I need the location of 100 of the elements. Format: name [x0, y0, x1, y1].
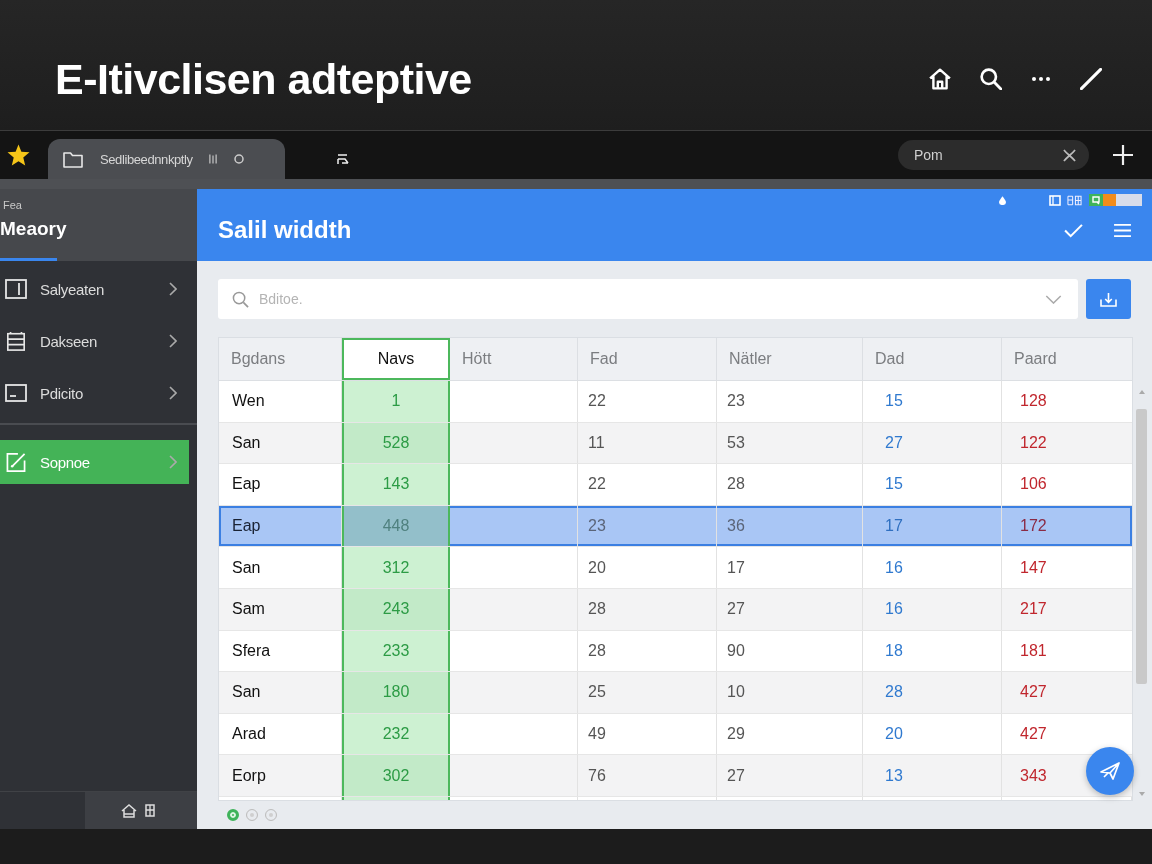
panel-title: Salil widdth: [218, 216, 352, 244]
slash-icon[interactable]: [1080, 68, 1102, 90]
page-dot[interactable]: [246, 809, 258, 821]
table-cell: 181: [1020, 641, 1047, 660]
table-cell: 10: [727, 683, 745, 702]
chevron-right-icon: [169, 282, 177, 296]
column-header[interactable]: Navs: [342, 338, 450, 380]
table-cell: San: [232, 558, 261, 577]
table-cell: 243: [382, 600, 410, 619]
table-row[interactable]: San 312 20 17 16 147: [219, 547, 1132, 589]
ring-icon[interactable]: [233, 154, 244, 164]
table-cell: 312: [382, 558, 410, 577]
table-cell: 427: [1020, 725, 1047, 744]
table-cell: 22: [588, 392, 606, 411]
browser-tab[interactable]: Sedlibeednnkptly: [48, 139, 285, 179]
search-field[interactable]: Pom: [898, 140, 1089, 170]
table-cell: 20: [885, 725, 903, 744]
table-cell: 233: [382, 641, 410, 660]
plus-icon[interactable]: [1112, 144, 1134, 166]
table-cell: 49: [588, 725, 606, 744]
status-block-icon: [1103, 194, 1116, 206]
drop-icon: [999, 195, 1006, 205]
column-header[interactable]: Nätler: [717, 338, 863, 380]
item-label: Dakseen: [40, 332, 98, 350]
table-cell: 427: [1020, 683, 1047, 702]
table-cell: 17: [885, 517, 903, 536]
search-input[interactable]: Pom: [914, 145, 1062, 165]
table-cell: Sfera: [232, 641, 271, 660]
table-cell: 28: [588, 600, 606, 619]
table-cell: 217: [1020, 600, 1047, 619]
item-label: Pdicito: [40, 384, 83, 402]
search-icon: [232, 290, 249, 308]
table-row[interactable]: San 180 25 10 28 427: [219, 672, 1132, 714]
sidebar-item[interactable]: Dakseen: [0, 319, 189, 363]
send-icon: [1100, 762, 1120, 780]
list-icon: [337, 153, 349, 165]
chevron-right-icon: [169, 455, 177, 469]
table-cell: 128: [1020, 392, 1047, 411]
table-row[interactable]: Sfera 233 28 90 18 181: [219, 630, 1132, 673]
table-row[interactable]: Eap 448 23 36 17 172: [219, 505, 1132, 548]
page-dot[interactable]: [265, 809, 277, 821]
table-cell: 90: [727, 641, 745, 660]
search-field[interactable]: Bditoe.: [218, 279, 1078, 319]
column-header[interactable]: Hött: [450, 338, 578, 380]
table-cell: Eorp: [232, 766, 266, 785]
table-row[interactable]: Wen 1 22 23 15 128: [219, 381, 1132, 423]
table-cell: 29: [727, 725, 745, 744]
table-cell: 147: [1020, 558, 1047, 577]
check-icon[interactable]: [1064, 222, 1083, 238]
table-cell: 302: [382, 766, 410, 785]
minus-box-icon: [5, 383, 27, 403]
table-cell: 343: [1020, 766, 1047, 785]
column-header[interactable]: Fad: [578, 338, 717, 380]
table-cell: 20: [588, 558, 606, 577]
table-cell: Wen: [232, 392, 265, 411]
table-cell: 27: [727, 600, 745, 619]
table-row[interactable]: Sam 243 28 27 16 217: [219, 588, 1132, 631]
sidebar-item[interactable]: Salyeaten: [0, 267, 189, 311]
page-dot[interactable]: [227, 809, 239, 821]
table-cell: 16: [885, 558, 903, 577]
close-icon[interactable]: [1062, 148, 1077, 162]
table-row[interactable]: San 528 11 53 27 122: [219, 422, 1132, 465]
table-cell: 528: [382, 433, 410, 452]
table-cell: 25: [588, 683, 606, 702]
table-cell: San: [232, 683, 261, 702]
table-cell: 28: [727, 475, 745, 494]
table-cell: 18: [885, 641, 903, 660]
table-row[interactable]: Eorp 302 76 27 13 343: [219, 755, 1132, 797]
chevron-right-icon: [169, 334, 177, 348]
table-cell: 15: [885, 475, 903, 494]
chevron-right-icon: [169, 386, 177, 400]
table-cell: 11: [588, 433, 605, 452]
sidebar-item[interactable]: Pdicito: [0, 371, 189, 415]
table-cell: Arad: [232, 725, 266, 744]
search-icon[interactable]: [980, 68, 1002, 90]
grid-icon[interactable]: [145, 804, 155, 817]
message-icon: [1089, 194, 1103, 206]
table-row[interactable]: Eap 143 22 28 15 106: [219, 464, 1132, 506]
table-row[interactable]: Arad 232 49 29 20 427: [219, 713, 1132, 756]
search-input[interactable]: Bditoe.: [259, 288, 1045, 310]
table-cell: 76: [588, 766, 606, 785]
table-cell: 22: [588, 475, 606, 494]
column-header[interactable]: Paard: [1002, 338, 1132, 380]
table-cell: 23: [588, 517, 606, 536]
menu-icon[interactable]: [1113, 222, 1132, 238]
table-cell: 28: [588, 641, 606, 660]
table-cell: 232: [382, 725, 410, 744]
table-cell: Eap: [232, 517, 261, 536]
column-header[interactable]: Dad: [863, 338, 1002, 380]
download-button[interactable]: [1086, 279, 1131, 319]
folder-icon: [63, 150, 83, 168]
more-icon[interactable]: [1031, 76, 1051, 82]
star-icon[interactable]: [7, 144, 30, 166]
table-cell: 27: [885, 433, 903, 452]
home-icon[interactable]: [121, 803, 137, 818]
download-icon: [1100, 291, 1117, 307]
table-cell: San: [232, 433, 261, 452]
table-cell: 448: [382, 517, 410, 536]
table-cell: 122: [1020, 433, 1047, 452]
table-cell: 53: [727, 433, 745, 452]
